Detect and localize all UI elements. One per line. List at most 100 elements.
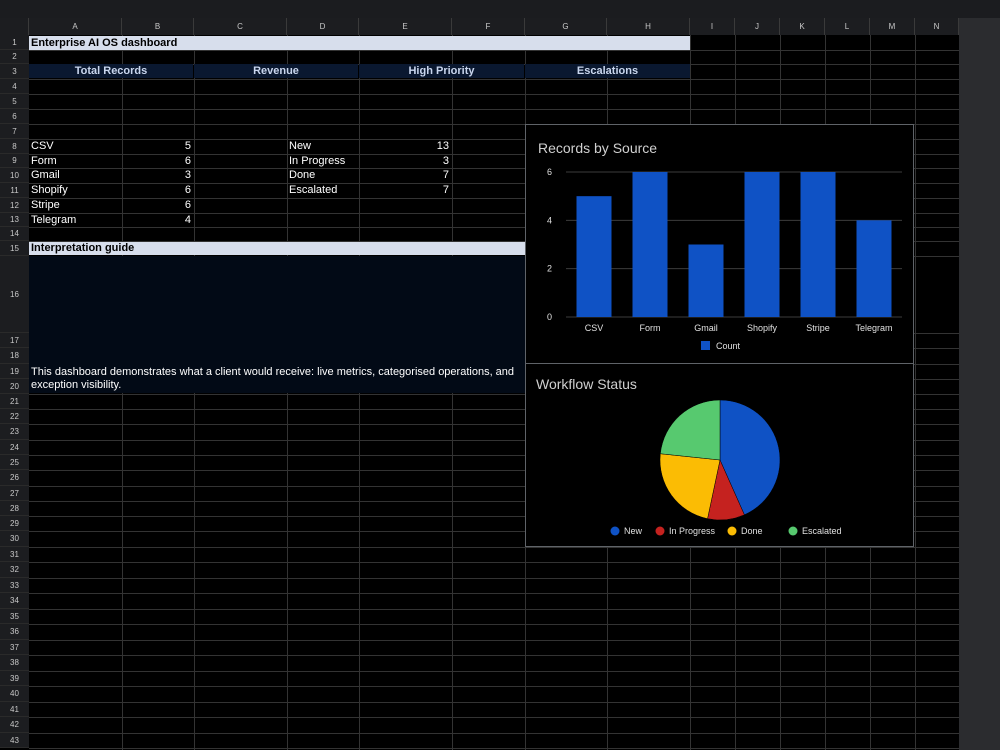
row-header[interactable]: 36 [0,624,29,640]
row-header[interactable]: 32 [0,562,29,578]
row-header[interactable]: 5 [0,94,29,109]
kpi-revenue[interactable]: Revenue [194,64,358,78]
row-header[interactable]: 38 [0,655,29,671]
bar [632,172,668,317]
source-count[interactable]: 3 [122,168,191,183]
bar-chart[interactable]: Records by Source 0 2 4 6 CSV Form Gmail Shopif… [525,124,914,364]
status-label[interactable]: New [289,139,311,154]
guide-title[interactable]: Interpretation guide [29,242,525,255]
row-header[interactable]: 8 [0,139,29,154]
row-header[interactable]: 42 [0,717,29,733]
row-header[interactable]: 26 [0,470,29,486]
source-label[interactable]: Form [31,154,57,169]
row-header[interactable]: 15 [0,241,29,256]
bar [576,196,612,317]
column-header[interactable]: C [194,18,287,35]
status-label[interactable]: In Progress [289,154,345,169]
row-header[interactable]: 12 [0,198,29,213]
row-header[interactable]: 6 [0,109,29,124]
source-count[interactable]: 6 [122,154,191,169]
row-header[interactable]: 28 [0,501,29,516]
row-header[interactable]: 20 [0,379,29,394]
source-count[interactable]: 5 [122,139,191,154]
status-count[interactable]: 7 [360,183,449,198]
guide-text-line2[interactable]: exception visibility. [31,379,121,392]
source-count[interactable]: 4 [122,213,191,228]
row-header[interactable]: 40 [0,686,29,702]
row-header[interactable]: 43 [0,733,29,748]
column-header[interactable]: E [359,18,452,35]
column-header[interactable]: D [287,18,359,35]
source-label[interactable]: Gmail [31,168,60,183]
column-header[interactable]: N [915,18,959,35]
row-header[interactable]: 16 [0,256,29,333]
x-tick-label: Gmail [694,323,718,333]
column-header[interactable]: B [122,18,194,35]
row-header[interactable]: 34 [0,593,29,609]
source-label[interactable]: Telegram [31,213,76,228]
kpi-escalations[interactable]: Escalations [525,64,690,78]
row-header[interactable]: 37 [0,640,29,655]
row-header[interactable]: 24 [0,440,29,455]
row-header[interactable]: 17 [0,333,29,348]
row-header[interactable]: 4 [0,79,29,94]
dashboard-title[interactable]: Enterprise AI OS dashboard [29,36,690,50]
source-label[interactable]: Stripe [31,198,60,213]
row-header[interactable]: 11 [0,183,29,198]
row-header[interactable]: 21 [0,394,29,409]
select-all-corner[interactable] [0,18,29,35]
row-header[interactable]: 18 [0,348,29,364]
spreadsheet-grid[interactable]: ABCDEFGHIJKLMN 1 2 3 4 5 6 7 8 9 10 11 12 13 14 15 16 17… [0,0,960,750]
right-scroll-gutter[interactable] [959,18,1000,750]
row-header[interactable]: 33 [0,578,29,593]
column-header[interactable]: I [690,18,735,35]
row-header[interactable]: 9 [0,154,29,168]
row-header[interactable]: 29 [0,516,29,531]
status-label[interactable]: Escalated [289,183,337,198]
legend-label: Done [741,526,763,536]
row-header[interactable]: 19 [0,364,29,379]
column-header[interactable]: F [452,18,525,35]
row-header[interactable]: 10 [0,168,29,183]
kpi-high-priority[interactable]: High Priority [359,64,524,78]
row-header[interactable]: 1 [0,35,29,50]
row-header[interactable]: 30 [0,531,29,547]
pie-chart[interactable]: Workflow Status New In Progress Done Escala… [525,363,914,547]
row-header[interactable]: 22 [0,409,29,424]
column-header[interactable]: L [825,18,870,35]
status-count[interactable]: 3 [360,154,449,169]
row-header[interactable]: 41 [0,702,29,717]
source-count[interactable]: 6 [122,198,191,213]
row-header[interactable]: 14 [0,227,29,241]
guide-text-line1[interactable]: This dashboard demonstrates what a clien… [31,366,514,379]
status-label[interactable]: Done [289,168,315,183]
source-label[interactable]: CSV [31,139,54,154]
source-count[interactable]: 6 [122,183,191,198]
column-header[interactable]: A [29,18,122,35]
pie-chart-plot: New In Progress Done Escalated [610,399,842,536]
row-header[interactable]: 7 [0,124,29,139]
column-header[interactable]: H [607,18,690,35]
column-header[interactable]: J [735,18,780,35]
column-header[interactable]: G [525,18,607,35]
row-header[interactable]: 3 [0,64,29,79]
legend-swatch [727,526,737,536]
source-label[interactable]: Shopify [31,183,68,198]
row-header[interactable]: 31 [0,547,29,562]
kpi-total-records[interactable]: Total Records [29,64,193,78]
bar [744,172,780,317]
row-header[interactable]: 25 [0,455,29,470]
row-header[interactable]: 27 [0,486,29,501]
row-header[interactable]: 35 [0,609,29,624]
row-header[interactable]: 2 [0,50,29,64]
column-header[interactable]: K [780,18,825,35]
pie-slice [660,399,721,461]
row-header[interactable]: 39 [0,671,29,686]
legend-swatch [701,341,710,350]
row-header[interactable]: 13 [0,213,29,227]
y-tick-label: 6 [547,167,552,177]
status-count[interactable]: 7 [360,168,449,183]
row-header[interactable]: 23 [0,424,29,440]
column-header[interactable]: M [870,18,915,35]
status-count[interactable]: 13 [360,139,449,154]
